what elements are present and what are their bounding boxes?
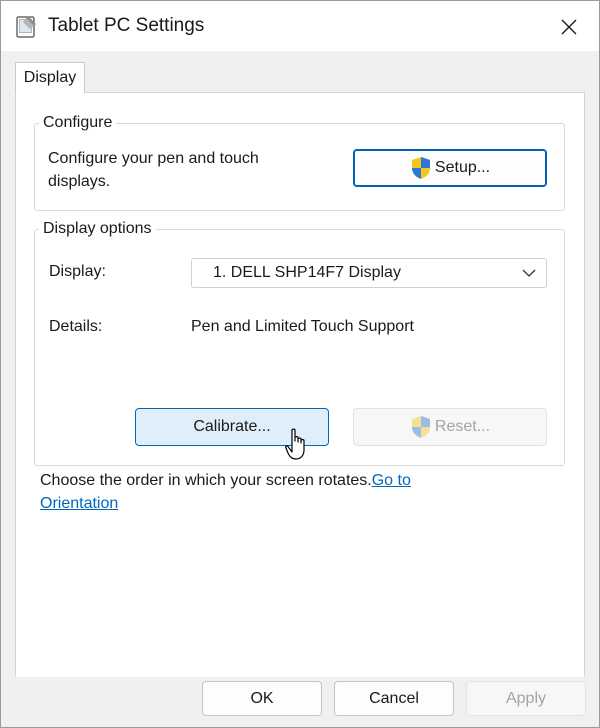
tablet-pc-settings-window: Tablet PC Settings Display Configure Con… xyxy=(0,0,600,728)
apply-button-label: Apply xyxy=(506,690,546,708)
mouse-pointer-icon xyxy=(285,428,307,462)
configure-group-label: Configure xyxy=(39,113,116,133)
chevron-down-icon xyxy=(522,268,536,278)
close-icon xyxy=(561,19,577,35)
cancel-button[interactable]: Cancel xyxy=(334,681,454,716)
orientation-text: Choose the order in which your screen ro… xyxy=(40,472,372,489)
details-value: Pen and Limited Touch Support xyxy=(191,315,414,338)
reset-button[interactable]: Reset... xyxy=(353,408,547,446)
apply-button[interactable]: Apply xyxy=(466,681,586,716)
go-to-orientation-link-line1[interactable]: Go to xyxy=(372,472,411,489)
setup-button[interactable]: Setup... xyxy=(353,149,547,187)
dialog-footer: OK Cancel Apply xyxy=(1,677,599,727)
ok-button-label: OK xyxy=(250,690,273,708)
orientation-text-line: Choose the order in which your screen ro… xyxy=(40,469,411,492)
configure-group: Configure Configure your pen and touch d… xyxy=(34,123,565,211)
details-label: Details: xyxy=(49,315,102,338)
ok-button[interactable]: OK xyxy=(202,681,322,716)
tablet-pen-icon xyxy=(14,15,38,39)
go-to-orientation-link-line2[interactable]: Orientation xyxy=(40,495,118,512)
display-tab-panel: Configure Configure your pen and touch d… xyxy=(15,92,585,683)
display-options-group-label: Display options xyxy=(39,219,156,239)
cancel-button-label: Cancel xyxy=(369,690,419,708)
title-bar: Tablet PC Settings xyxy=(1,1,599,51)
display-label: Display: xyxy=(49,260,106,283)
display-select-value: 1. DELL SHP14F7 Display xyxy=(213,264,401,282)
dialog-body: Display Configure Configure your pen and… xyxy=(1,51,599,677)
setup-button-label: Setup... xyxy=(435,159,490,177)
calibrate-button-label: Calibrate... xyxy=(193,418,270,436)
window-title: Tablet PC Settings xyxy=(48,15,204,37)
reset-button-label: Reset... xyxy=(435,418,490,436)
configure-description-line2: displays. xyxy=(48,170,110,193)
uac-shield-icon xyxy=(410,156,432,180)
display-select[interactable]: 1. DELL SHP14F7 Display xyxy=(191,258,547,288)
configure-description-line1: Configure your pen and touch xyxy=(48,147,259,170)
tab-display[interactable]: Display xyxy=(15,62,85,93)
orientation-link-line2-wrap: Orientation xyxy=(40,492,118,515)
uac-shield-icon xyxy=(410,415,432,439)
close-button[interactable] xyxy=(549,9,589,45)
